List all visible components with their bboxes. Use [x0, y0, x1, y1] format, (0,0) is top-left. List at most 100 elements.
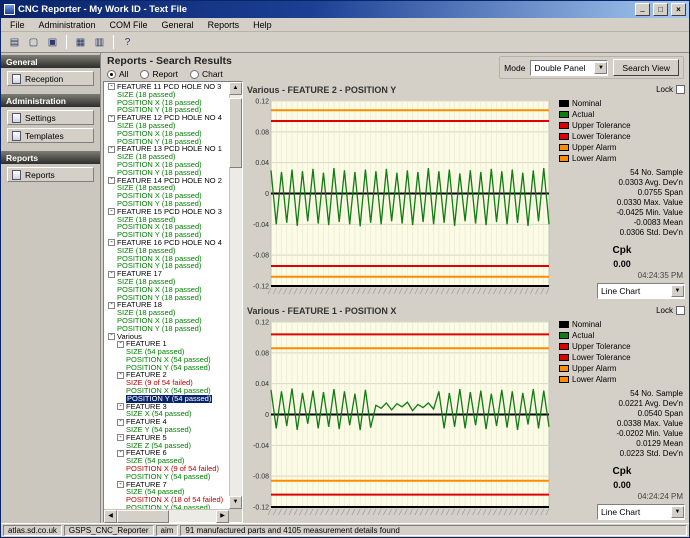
- expand-collapse-icon[interactable]: [108, 333, 115, 340]
- sidebar-item-settings[interactable]: Settings: [7, 110, 94, 125]
- expand-collapse-icon[interactable]: [108, 83, 115, 90]
- tree-item[interactable]: POSITION Y (18 passed): [106, 325, 229, 333]
- radio-chart-icon[interactable]: [190, 70, 199, 79]
- tree-item[interactable]: SIZE X (54 passed): [106, 410, 229, 418]
- tree-item[interactable]: FEATURE 11 PCD HOLE NO 3: [106, 83, 229, 91]
- expand-collapse-icon[interactable]: [117, 450, 124, 457]
- scroll-down-icon[interactable]: [229, 496, 242, 509]
- tree-item[interactable]: FEATURE 5: [106, 434, 229, 442]
- tree-item[interactable]: SIZE (9 of 54 failed): [106, 379, 229, 387]
- expand-collapse-icon[interactable]: [108, 302, 115, 309]
- menu-item-administration[interactable]: Administration: [32, 19, 103, 31]
- table-icon[interactable]: ▥: [91, 34, 108, 50]
- line-chart-icon[interactable]: ▦: [72, 34, 89, 50]
- sidebar-section-general[interactable]: General: [1, 55, 100, 68]
- tree-item[interactable]: POSITION Y (18 passed): [106, 106, 229, 114]
- tree-item[interactable]: SIZE (54 passed): [106, 457, 229, 465]
- expand-collapse-icon[interactable]: [117, 481, 124, 488]
- scroll-up-icon[interactable]: [229, 82, 242, 95]
- tree-item[interactable]: FEATURE 13 PCD HOLE NO 1: [106, 145, 229, 153]
- scroll-left-icon[interactable]: [104, 510, 117, 523]
- menu-item-reports[interactable]: Reports: [201, 19, 247, 31]
- tree-item[interactable]: SIZE Y (54 passed): [106, 426, 229, 434]
- lock-checkbox[interactable]: [676, 306, 685, 315]
- tree-item[interactable]: SIZE (54 passed): [106, 488, 229, 496]
- sidebar-item-reports[interactable]: Reports: [7, 167, 94, 182]
- lock-control[interactable]: Lock: [656, 306, 685, 315]
- menu-item-general[interactable]: General: [155, 19, 201, 31]
- filter-all[interactable]: All: [107, 69, 128, 79]
- lock-control[interactable]: Lock: [656, 85, 685, 94]
- sidebar-section-administration[interactable]: Administration: [1, 94, 100, 107]
- help-icon[interactable]: ?: [119, 34, 136, 50]
- chart-type-select[interactable]: Line Chart: [597, 283, 685, 299]
- tree-item[interactable]: POSITION Y (18 passed): [106, 294, 229, 302]
- tree-item[interactable]: FEATURE 4: [106, 418, 229, 426]
- menu-item-com-file[interactable]: COM File: [103, 19, 155, 31]
- tree-item[interactable]: Various: [106, 333, 229, 341]
- tree-horizontal-scrollbar[interactable]: [104, 509, 229, 522]
- search-view-button[interactable]: Search View: [613, 59, 679, 76]
- minimize-button[interactable]: [635, 3, 650, 16]
- tree-item[interactable]: SIZE (18 passed): [106, 91, 229, 99]
- tree-item[interactable]: POSITION X (18 passed): [106, 161, 229, 169]
- tree-item[interactable]: SIZE Z (54 passed): [106, 442, 229, 450]
- filter-report[interactable]: Report: [140, 69, 178, 79]
- tree-item[interactable]: FEATURE 15 PCD HOLE NO 3: [106, 208, 229, 216]
- tree-item[interactable]: POSITION X (54 passed): [106, 387, 229, 395]
- expand-collapse-icon[interactable]: [108, 177, 115, 184]
- scroll-right-icon[interactable]: [216, 510, 229, 523]
- mode-select[interactable]: Double Panel: [530, 60, 608, 76]
- tree-item[interactable]: SIZE (18 passed): [106, 216, 229, 224]
- radio-all-icon[interactable]: [107, 70, 116, 79]
- tree-item[interactable]: POSITION X (54 passed): [106, 356, 229, 364]
- tree-item[interactable]: POSITION X (18 passed): [106, 223, 229, 231]
- tree-item[interactable]: POSITION X (18 passed): [106, 130, 229, 138]
- expand-collapse-icon[interactable]: [117, 372, 124, 379]
- expand-collapse-icon[interactable]: [117, 341, 124, 348]
- tree-item[interactable]: FEATURE 12 PCD HOLE NO 4: [106, 114, 229, 122]
- expand-collapse-icon[interactable]: [117, 419, 124, 426]
- expand-collapse-icon[interactable]: [117, 434, 124, 441]
- print-icon[interactable]: ▤: [6, 34, 23, 50]
- tree-item[interactable]: FEATURE 3: [106, 403, 229, 411]
- tree-item[interactable]: POSITION Y (54 passed): [106, 473, 229, 481]
- chevron-down-icon[interactable]: [671, 285, 684, 297]
- expand-collapse-icon[interactable]: [108, 239, 115, 246]
- menu-item-file[interactable]: File: [3, 19, 32, 31]
- tree-item[interactable]: POSITION X (18 passed): [106, 192, 229, 200]
- lock-checkbox[interactable]: [676, 85, 685, 94]
- radio-report-icon[interactable]: [140, 70, 149, 79]
- tree-item[interactable]: SIZE (18 passed): [106, 184, 229, 192]
- chevron-down-icon[interactable]: [594, 62, 607, 74]
- maximize-button[interactable]: [653, 3, 668, 16]
- tree-item[interactable]: FEATURE 14 PCD HOLE NO 2: [106, 177, 229, 185]
- sidebar-item-reception[interactable]: Reception: [7, 71, 94, 86]
- tree-item[interactable]: SIZE (54 passed): [106, 348, 229, 356]
- tree-item[interactable]: POSITION Y (18 passed): [106, 169, 229, 177]
- tree-item[interactable]: POSITION Y (54 passed): [106, 395, 229, 403]
- tree-item[interactable]: SIZE (18 passed): [106, 153, 229, 161]
- tree-item[interactable]: FEATURE 1: [106, 340, 229, 348]
- expand-collapse-icon[interactable]: [108, 146, 115, 153]
- preview-icon[interactable]: ▢: [25, 34, 42, 50]
- tree-item[interactable]: POSITION X (18 passed): [106, 286, 229, 294]
- tree-item[interactable]: SIZE (18 passed): [106, 247, 229, 255]
- tree-item[interactable]: POSITION Y (54 passed): [106, 364, 229, 372]
- tree-item[interactable]: FEATURE 16 PCD HOLE NO 4: [106, 239, 229, 247]
- tree-item[interactable]: POSITION Y (18 passed): [106, 138, 229, 146]
- tree-item[interactable]: SIZE (18 passed): [106, 309, 229, 317]
- tree-item[interactable]: FEATURE 17: [106, 270, 229, 278]
- chevron-down-icon[interactable]: [671, 506, 684, 518]
- tree-item[interactable]: POSITION X (18 passed): [106, 255, 229, 263]
- sidebar-item-templates[interactable]: Templates: [7, 128, 94, 143]
- tree-item[interactable]: POSITION Y (18 passed): [106, 231, 229, 239]
- tree-item[interactable]: POSITION X (18 passed): [106, 317, 229, 325]
- title-bar[interactable]: CNC Reporter - My Work ID - Text File: [1, 1, 689, 18]
- menu-item-help[interactable]: Help: [246, 19, 279, 31]
- expand-collapse-icon[interactable]: [108, 271, 115, 278]
- tree-item[interactable]: FEATURE 7: [106, 481, 229, 489]
- close-button[interactable]: [671, 3, 686, 16]
- vertical-scroll-thumb[interactable]: [229, 98, 242, 168]
- tree-item[interactable]: SIZE (18 passed): [106, 278, 229, 286]
